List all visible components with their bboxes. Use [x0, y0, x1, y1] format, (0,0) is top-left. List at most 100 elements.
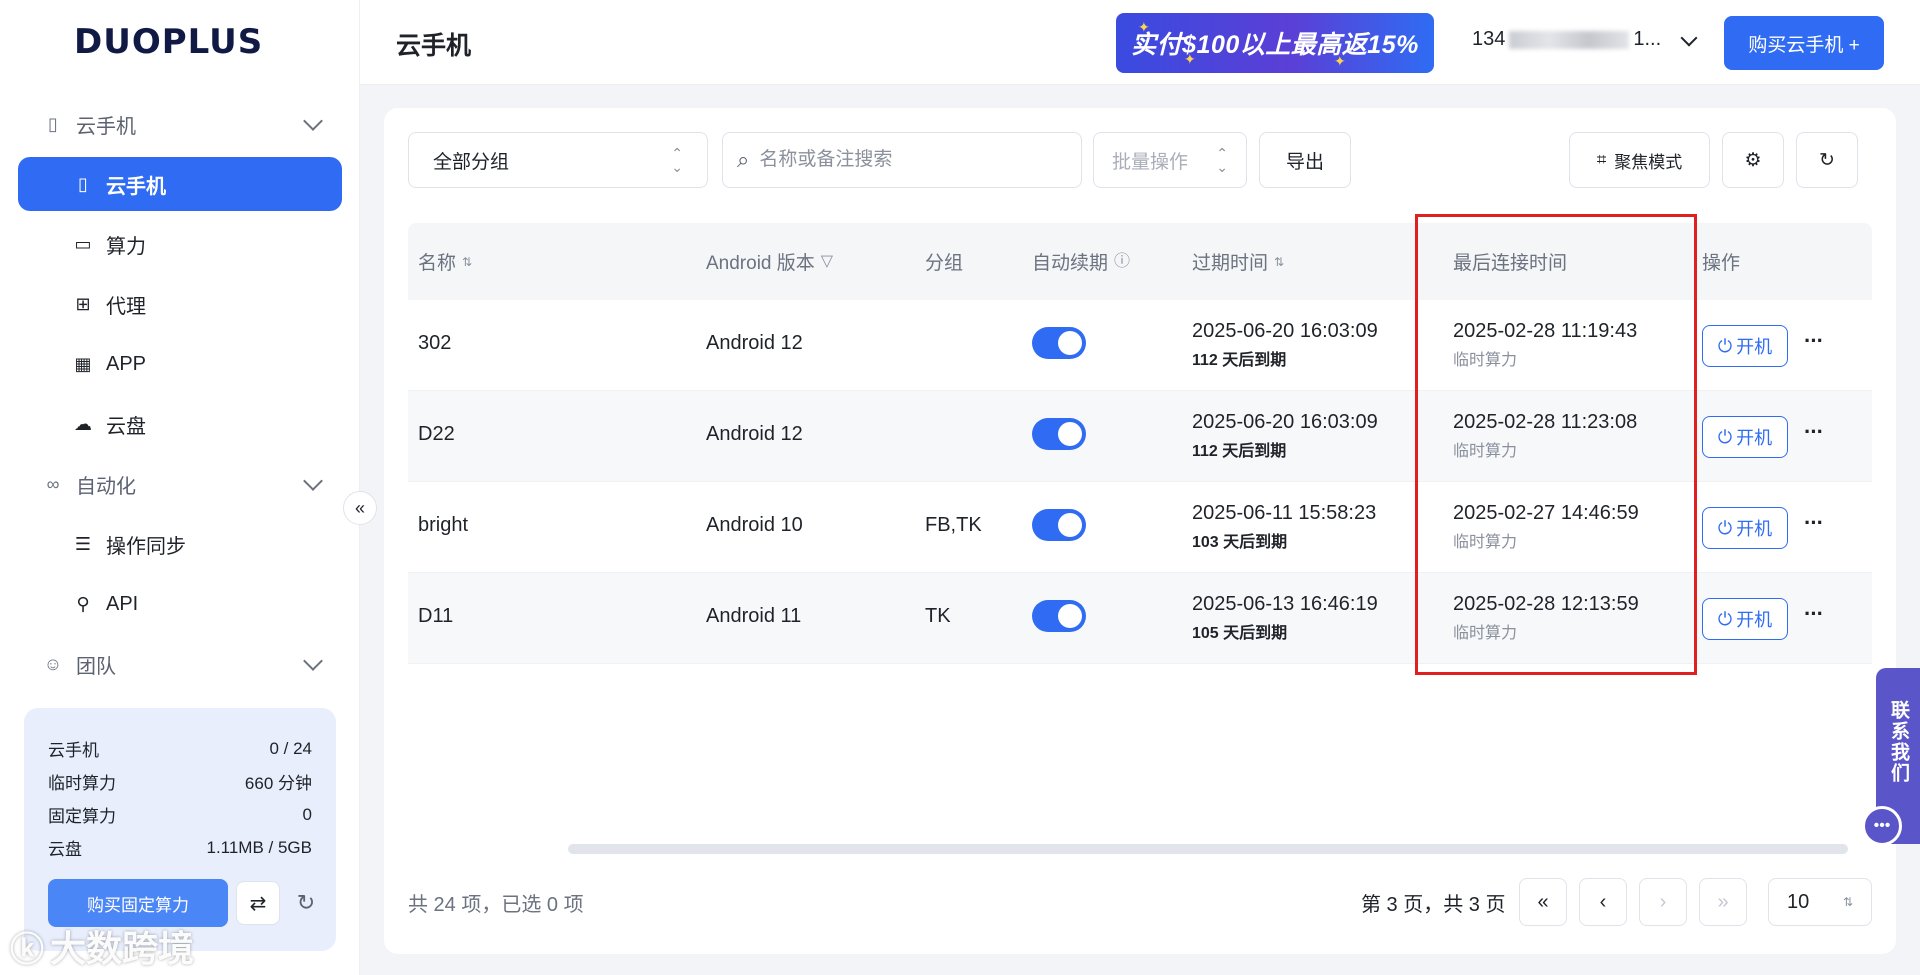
monitor-icon: ▭	[74, 233, 92, 254]
search-box[interactable]: ⌕	[722, 132, 1082, 188]
sidebar-item-api[interactable]: ⚲ API	[0, 574, 360, 634]
sidebar-item-label: 云盘	[106, 415, 146, 438]
nav-group-cloud-phone[interactable]: ▯ 云手机	[0, 94, 360, 154]
column-label: 分组	[925, 253, 964, 274]
switch-icon[interactable]: ⇄	[236, 881, 280, 925]
chat-icon[interactable]: •••	[1862, 806, 1902, 846]
last-connect-time: 2025-02-28 11:23:08	[1453, 411, 1638, 433]
table-row[interactable]: bright Android 10 FB,TK 2025-06-11 15:58…	[408, 482, 1872, 573]
row-android: Android 10	[706, 514, 803, 536]
sidebar-item-sync[interactable]: ☰ 操作同步	[0, 514, 360, 574]
buy-cloud-phone-button[interactable]: 购买云手机 +	[1724, 16, 1884, 70]
sidebar-item-cloud-phone[interactable]: ▯ 云手机	[18, 157, 342, 211]
toggle-knob	[1058, 331, 1082, 355]
promo-banner[interactable]: ✦ ✦ ✦ 实付$100以上最高返15%	[1116, 13, 1434, 73]
quota-row: 固定算力 0	[48, 798, 312, 831]
power-on-button[interactable]: ⏻ 开机	[1702, 598, 1788, 640]
plug-icon: ⚲	[76, 593, 90, 614]
table-row[interactable]: D11 Android 11 TK 2025-06-13 16:46:19 10…	[408, 573, 1872, 664]
page-size-select[interactable]: 10 ⇅	[1768, 878, 1872, 926]
proxy-icon: ⊞	[75, 293, 91, 314]
column-label: 过期时间	[1192, 253, 1269, 274]
nav-group-team[interactable]: ☺ 团队	[0, 634, 360, 694]
toggle-knob	[1058, 513, 1082, 537]
row-expire: 2025-06-20 16:03:09 112 天后到期	[1192, 411, 1378, 461]
sidebar-nav: ▯ 云手机 ▯ 云手机 ▭ 算力 ⊞ 代理 ▦ APP ☁ 云盘 ∞ 自动化 ☰…	[0, 94, 360, 694]
expire-remaining: 112 天后到期	[1192, 443, 1287, 460]
chevron-down-icon	[303, 111, 323, 131]
power-on-button[interactable]: ⏻ 开机	[1702, 416, 1788, 458]
layers-icon: ☰	[74, 533, 92, 554]
updown-icon: ⌃ ⌄	[1216, 145, 1228, 175]
chevron-down-icon[interactable]	[1680, 29, 1698, 47]
row-group: TK	[925, 605, 951, 627]
contact-label: 联系我们	[1888, 700, 1909, 784]
group-select[interactable]: 全部分组 ⌃ ⌄	[408, 132, 708, 188]
toggle-knob	[1058, 422, 1082, 446]
power-on-button[interactable]: ⏻ 开机	[1702, 325, 1788, 367]
column-group: 分组	[925, 248, 963, 275]
sidebar-item-label: 算力	[106, 235, 146, 258]
sidebar-item-label: 操作同步	[106, 535, 186, 558]
column-expire[interactable]: 过期时间 ⇅	[1192, 248, 1284, 275]
more-icon[interactable]: ···	[1804, 419, 1824, 445]
sidebar-item-app[interactable]: ▦ APP	[0, 334, 360, 394]
brand-logo[interactable]: DUOPLUS	[74, 22, 263, 62]
table-row[interactable]: D22 Android 12 2025-06-20 16:03:09 112 天…	[408, 391, 1872, 482]
power-on-button[interactable]: ⏻ 开机	[1702, 507, 1788, 549]
row-name: 302	[418, 332, 452, 354]
sidebar-item-compute[interactable]: ▭ 算力	[0, 214, 360, 274]
more-icon[interactable]: ···	[1804, 328, 1824, 354]
prev-page-icon[interactable]: ‹	[1579, 878, 1627, 926]
filter-icon[interactable]: ▽	[821, 253, 833, 270]
nav-group-automation[interactable]: ∞ 自动化	[0, 454, 360, 514]
export-button[interactable]: 导出	[1259, 132, 1351, 188]
expire-date: 2025-06-20 16:03:09	[1192, 411, 1378, 433]
compute-type: 临时算力	[1453, 534, 1518, 551]
auto-renew-toggle[interactable]	[1032, 509, 1086, 541]
row-name: D11	[418, 605, 454, 627]
nav-group-label: 团队	[76, 655, 116, 678]
table-row[interactable]: 302 Android 12 2025-06-20 16:03:09 112 天…	[408, 300, 1872, 391]
auto-renew-toggle[interactable]	[1032, 418, 1086, 450]
group-select-value: 全部分组	[433, 151, 510, 173]
column-actions: 操作	[1702, 248, 1740, 275]
sidebar-item-proxy[interactable]: ⊞ 代理	[0, 274, 360, 334]
row-android: Android 12	[706, 332, 803, 354]
refresh-icon[interactable]: ↻	[1796, 132, 1858, 188]
first-page-icon[interactable]: «	[1519, 878, 1567, 926]
last-page-icon[interactable]: »	[1699, 878, 1747, 926]
row-expire: 2025-06-13 16:46:19 105 天后到期	[1192, 593, 1378, 643]
compute-type: 临时算力	[1453, 443, 1518, 460]
quota-label: 临时算力	[48, 774, 116, 793]
sort-icon[interactable]: ⇅	[462, 256, 472, 268]
row-group: FB,TK	[925, 514, 982, 536]
power-label: 开机	[1736, 337, 1773, 357]
sidebar: DUOPLUS ▯ 云手机 ▯ 云手机 ▭ 算力 ⊞ 代理 ▦ APP ☁ 云盘…	[0, 0, 360, 975]
info-icon[interactable]: ⓘ	[1114, 253, 1130, 270]
horizontal-scrollbar[interactable]	[568, 844, 1848, 854]
batch-operation-select[interactable]: 批量操作 ⌃ ⌄	[1093, 132, 1247, 188]
column-label: 最后连接时间	[1453, 253, 1568, 274]
nav-group-label: 云手机	[76, 115, 136, 138]
auto-renew-toggle[interactable]	[1032, 600, 1086, 632]
more-icon[interactable]: ···	[1804, 601, 1824, 627]
row-last-connect: 2025-02-28 11:23:08 临时算力	[1453, 411, 1637, 461]
selection-summary: 共 24 项，已选 0 项	[408, 894, 584, 916]
refresh-icon[interactable]: ↻	[288, 885, 324, 921]
auto-renew-toggle[interactable]	[1032, 327, 1086, 359]
filter-settings-icon[interactable]: ⚙	[1722, 132, 1784, 188]
sort-icon[interactable]: ⇅	[1274, 256, 1284, 268]
focus-mode-button[interactable]: ⌗ 聚焦模式	[1569, 132, 1710, 188]
next-page-icon[interactable]: ›	[1639, 878, 1687, 926]
sidebar-item-cloud-disk[interactable]: ☁ 云盘	[0, 394, 360, 454]
more-icon[interactable]: ···	[1804, 510, 1824, 536]
search-icon: ⌕	[737, 147, 750, 172]
row-name: D22	[418, 423, 455, 445]
quota-label: 固定算力	[48, 807, 116, 826]
account-menu[interactable]: 134 1...	[1472, 28, 1661, 51]
sidebar-item-label: 代理	[106, 295, 146, 318]
search-input[interactable]	[759, 149, 1050, 171]
column-name[interactable]: 名称 ⇅	[418, 248, 472, 275]
collapse-sidebar-icon[interactable]: «	[343, 491, 377, 525]
